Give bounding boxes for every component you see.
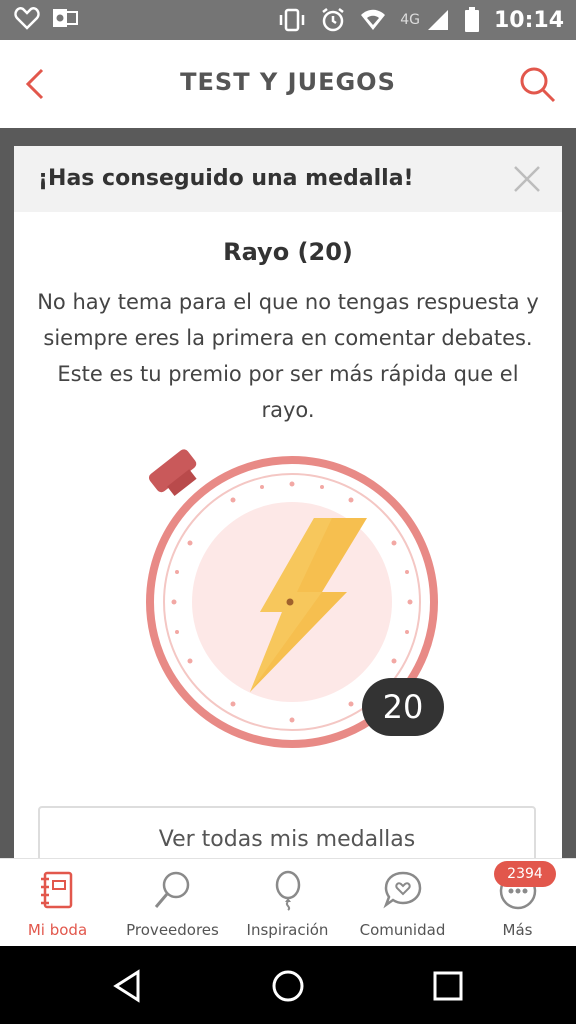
medal-count: 20	[383, 688, 424, 726]
nav-label: Comunidad	[359, 921, 446, 939]
dialog-header: ¡Has conseguido una medalla!	[14, 146, 562, 212]
wifi-icon	[361, 9, 386, 30]
balloon-icon	[275, 870, 300, 911]
dialog-title: ¡Has conseguido una medalla!	[38, 166, 414, 191]
system-home-icon[interactable]	[270, 968, 306, 1004]
nav-item-mi-boda[interactable]: Mi boda	[0, 859, 115, 947]
system-nav-bar	[0, 946, 576, 1024]
vibrate-icon	[279, 8, 305, 32]
clock: 10:14	[493, 7, 564, 33]
medal-description: No hay tema para el que no tengas respue…	[37, 290, 539, 422]
system-recents-icon[interactable]	[430, 968, 466, 1004]
medal-dialog: ¡Has conseguido una medalla! Rayo (20) N…	[14, 146, 562, 858]
nav-label: Más	[502, 921, 533, 939]
chat-heart-icon	[382, 871, 421, 909]
status-bar: 4G 10:14	[0, 0, 576, 40]
outlook-notification-icon	[53, 9, 78, 27]
signal-icon	[427, 10, 448, 30]
magnifier-icon	[154, 871, 189, 908]
app-header: TEST Y JUEGOS	[0, 40, 576, 128]
notification-badge: 2394	[494, 861, 556, 887]
nav-label: Proveedores	[126, 921, 219, 939]
notebook-icon	[40, 871, 72, 909]
stopwatch-lightning-medal-icon: 20	[146, 449, 444, 748]
nav-item-inspiracion[interactable]: Inspiración	[230, 859, 345, 947]
battery-icon	[464, 7, 479, 32]
nav-label: Inspiración	[246, 921, 329, 939]
search-icon[interactable]	[518, 62, 558, 106]
nav-item-proveedores[interactable]: Proveedores	[115, 859, 230, 947]
network-type-label: 4G	[400, 12, 420, 28]
heart-notification-icon	[14, 7, 40, 30]
view-all-medals-button[interactable]: Ver todas mis medallas	[38, 806, 536, 858]
close-icon[interactable]	[512, 164, 542, 194]
nav-item-comunidad[interactable]: Comunidad	[345, 859, 460, 947]
medal-name: Rayo (20)	[223, 238, 353, 266]
page-title: TEST Y JUEGOS	[180, 68, 396, 96]
system-back-icon[interactable]	[110, 968, 146, 1004]
nav-label: Mi boda	[27, 921, 88, 939]
bottom-nav: Mi boda Proveedores Inspiración Comunida…	[0, 858, 576, 947]
alarm-icon	[322, 8, 344, 32]
